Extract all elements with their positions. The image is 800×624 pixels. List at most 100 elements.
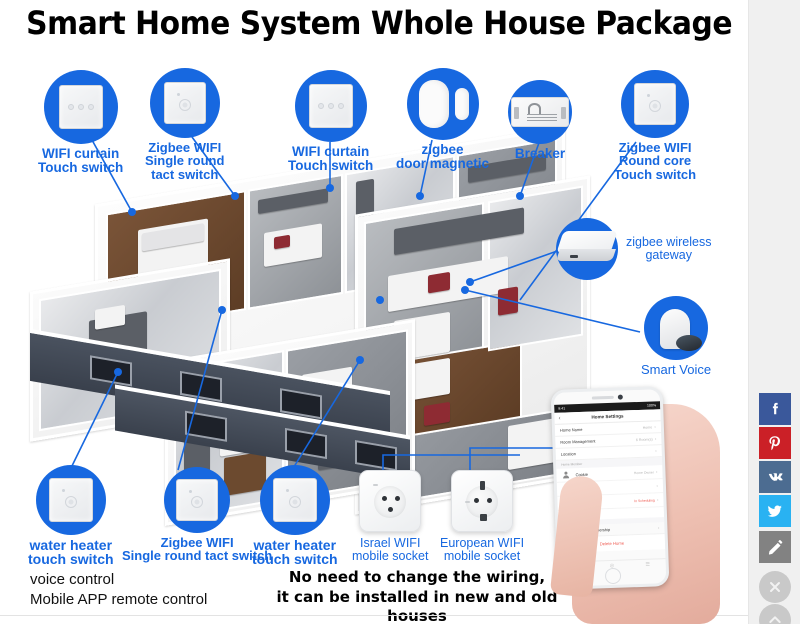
callout-line: touch switch <box>28 551 114 568</box>
chevron-right-icon: › <box>654 435 657 442</box>
page-title: Smart Home System Whole House Package <box>26 4 733 42</box>
scroll-to-top-button[interactable] <box>759 604 791 624</box>
callout-line: water heater <box>253 537 337 553</box>
callout-label: Zigbee WIFI Single round tact switch <box>122 536 272 563</box>
device-bubble <box>621 70 690 138</box>
callout-line: WIFI curtain <box>292 144 370 159</box>
device-bubble <box>556 218 618 280</box>
share-pinterest-button[interactable] <box>759 427 791 459</box>
callout-label: water heater touch switch <box>252 538 338 567</box>
zigbee-single-round-tact-switch-icon <box>176 479 219 521</box>
row-label: Location <box>560 451 576 457</box>
back-chevron-left-icon[interactable]: ‹ <box>558 415 560 421</box>
row-value: › <box>653 448 657 454</box>
callout-zigbee-wireless-gateway[interactable]: zigbee wireless gateway <box>556 218 711 280</box>
chevron-right-icon: › <box>655 468 658 475</box>
wifi-curtain-touch-switch-icon <box>58 85 103 129</box>
device-bubble <box>406 68 479 140</box>
member-tag: In Scheduling <box>634 497 655 503</box>
callout-water-heater-touch-switch-2[interactable]: water heater touch switch <box>252 465 338 567</box>
chevron-right-icon: › <box>656 496 659 503</box>
callout-label: European WIFI mobile socket <box>440 537 524 563</box>
callout-european-wifi-mobile-socket[interactable]: European WIFI mobile socket <box>440 470 524 563</box>
status-battery: 100% <box>646 403 657 408</box>
callout-label: WIFI curtain Touch switch <box>288 145 373 173</box>
callout-line: Round core <box>618 153 692 169</box>
callout-line: Touch switch <box>288 157 374 173</box>
chevron-right-icon: › <box>654 423 656 430</box>
share-edit-button[interactable] <box>759 531 791 563</box>
device-bubble <box>259 465 330 535</box>
callout-line: Touch switch <box>614 166 697 182</box>
pinterest-icon <box>769 436 781 451</box>
smart-voice-speaker-icon <box>652 303 703 353</box>
israel-wifi-mobile-socket-icon <box>359 470 422 532</box>
callout-line: Smart Voice <box>641 362 712 377</box>
tab-me-icon[interactable]: ☰ <box>645 562 650 568</box>
device-bubble <box>149 68 220 138</box>
callout-label: Israel WIFI mobile socket <box>352 537 428 563</box>
device-bubble <box>164 467 231 533</box>
water-heater-touch-switch-icon <box>272 478 317 522</box>
chevron-right-icon: › <box>654 447 657 454</box>
share-twitter-button[interactable] <box>759 495 791 527</box>
callout-line: Zigbee WIFI <box>148 140 222 155</box>
callout-label: Smart Voice <box>641 362 712 377</box>
callout-water-heater-touch-switch[interactable]: water heater touch switch <box>28 465 114 567</box>
callout-zigbee-wifi-single-round-tact-switch[interactable]: Zigbee WIFI Single round tact switch <box>145 68 224 181</box>
status-time: 9:41 <box>558 406 566 411</box>
phone-home-button[interactable] <box>604 567 622 585</box>
phone-in-hand: 9:41 100% ‹ Home Settings Home Name Home… <box>520 380 750 624</box>
callout-zigbee-door-magnetic[interactable]: zigbee door magnetic <box>396 68 489 171</box>
callout-line: Touch switch <box>38 159 124 175</box>
chevron-right-icon: › <box>656 482 659 489</box>
callout-line: zigbee <box>421 142 464 157</box>
device-bubble <box>43 70 118 144</box>
row-label: Home Name <box>559 426 583 433</box>
vk-icon <box>768 473 783 481</box>
callout-label: WIFI curtain Touch switch <box>38 147 123 175</box>
callout-line: tact switch <box>151 166 219 182</box>
phone-speaker <box>591 395 614 400</box>
callout-line: mobile socket <box>443 548 521 563</box>
zigbee-single-round-tact-switch-icon <box>163 82 206 124</box>
callout-line: Israel WIFI <box>360 536 421 550</box>
callout-zigbee-wifi-single-round-tact-switch-2[interactable]: Zigbee WIFI Single round tact switch <box>122 467 272 563</box>
european-wifi-mobile-socket-icon <box>451 470 514 532</box>
callout-label: Zigbee WIFI Single round tact switch <box>145 141 224 181</box>
callout-breaker[interactable]: Breaker <box>508 80 572 161</box>
callout-label: Breaker <box>508 147 572 161</box>
zigbee-round-core-touch-switch-icon <box>634 83 677 125</box>
device-bubble <box>35 465 106 535</box>
social-share-rail <box>748 0 800 624</box>
zigbee-door-magnetic-icon <box>417 80 469 128</box>
share-facebook-button[interactable] <box>759 393 791 425</box>
close-rail-button[interactable] <box>759 571 791 603</box>
left-caption: voice control Mobile APP remote control <box>30 570 207 611</box>
device-bubble <box>644 296 709 360</box>
member-tag: Home Owner <box>633 469 654 475</box>
callout-line: Zigbee WIFI <box>160 535 234 550</box>
callout-label: zigbee wireless gateway <box>626 236 711 262</box>
callout-smart-voice[interactable]: Smart Voice <box>641 296 711 376</box>
phone-front-camera <box>617 394 623 400</box>
close-icon <box>770 582 780 592</box>
callout-wifi-curtain-touch-switch-2[interactable]: WIFI curtain Touch switch <box>288 70 373 173</box>
chevron-up-icon <box>769 616 781 623</box>
row-value: Home › <box>642 423 656 430</box>
callout-israel-wifi-mobile-socket[interactable]: Israel WIFI mobile socket <box>352 470 428 563</box>
callout-line: Zigbee WIFI <box>618 140 692 155</box>
row-label: Room Management <box>560 438 596 445</box>
callout-line: mobile socket <box>352 548 429 563</box>
chevron-right-icon: › <box>657 524 660 531</box>
share-vk-button[interactable] <box>759 461 791 493</box>
callout-line: European WIFI <box>440 536 525 550</box>
caption-line: Mobile APP remote control <box>30 591 208 609</box>
callout-wifi-curtain-touch-switch[interactable]: WIFI curtain Touch switch <box>38 70 123 175</box>
breaker-icon <box>511 97 569 127</box>
home-settings-list: Home Name Home › Room Management 6 Room(s… <box>554 421 662 461</box>
callout-line: Single round <box>145 153 225 169</box>
facebook-icon <box>772 402 778 415</box>
callout-zigbee-wifi-round-core-touch-switch[interactable]: Zigbee WIFI Round core Touch switch <box>614 70 696 181</box>
callout-line: Single round tact switch <box>122 548 273 564</box>
